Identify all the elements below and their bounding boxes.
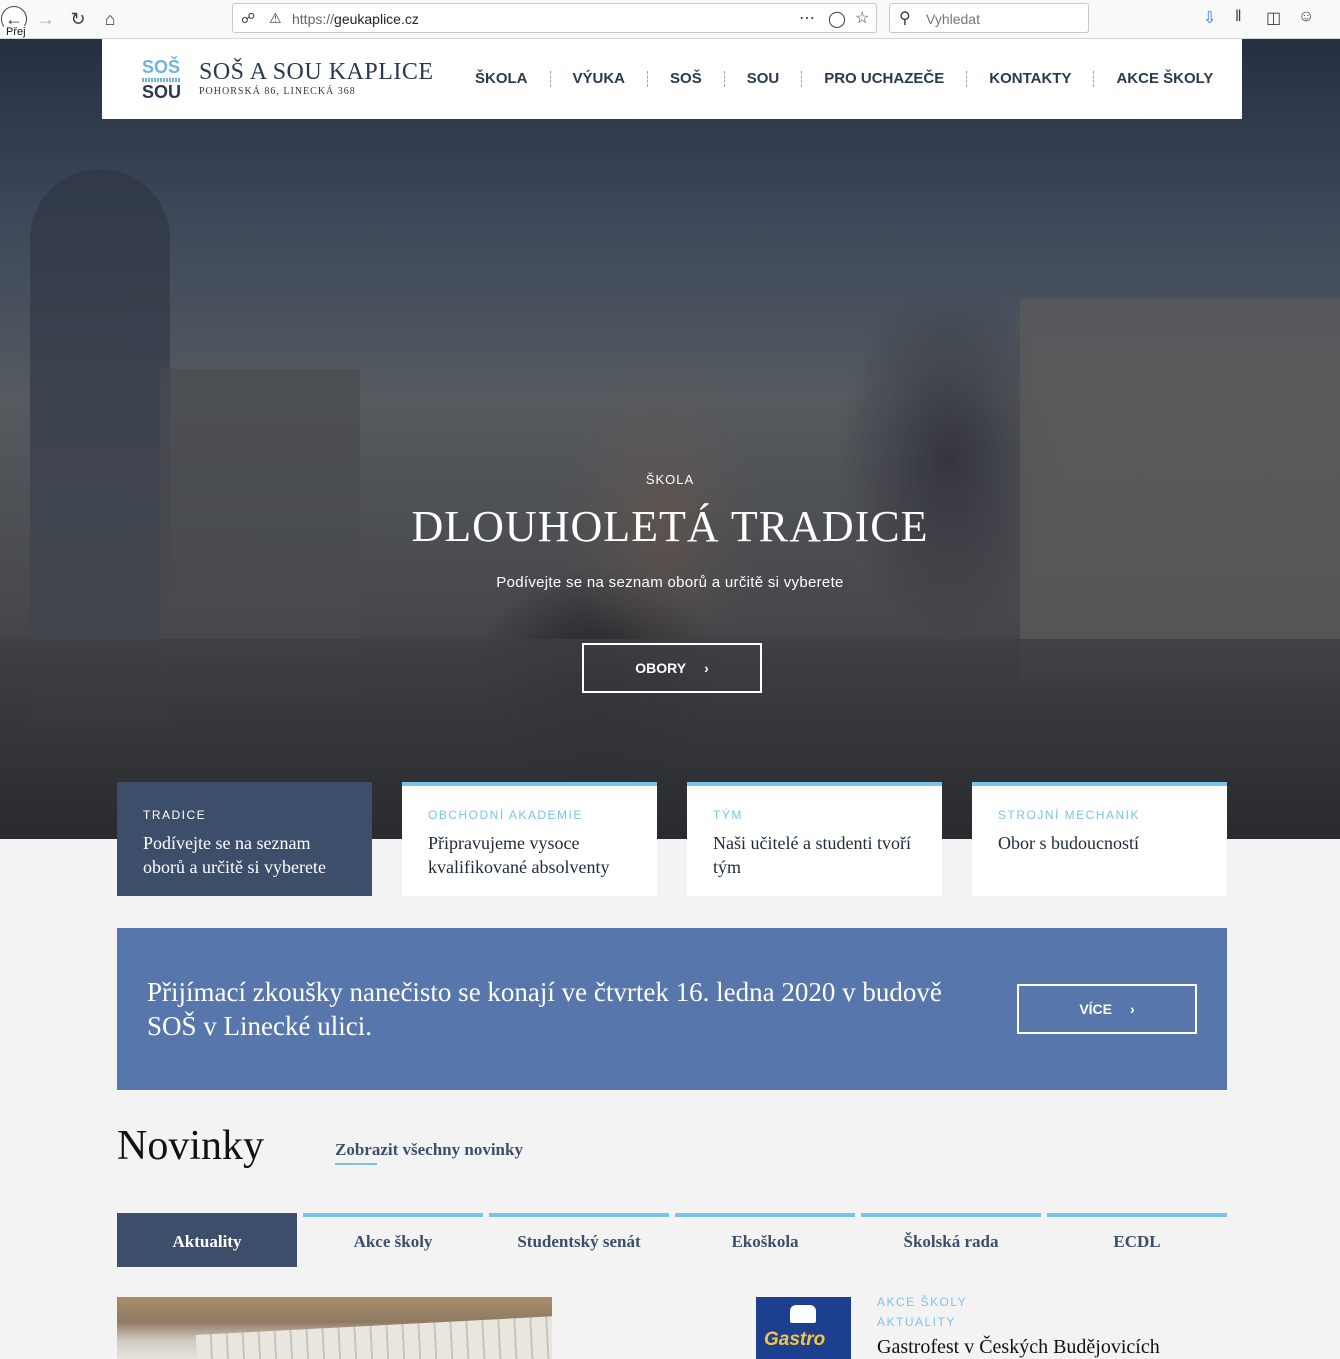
bookmark-star-icon[interactable]: ☆ — [855, 8, 869, 28]
nav-divider — [801, 70, 803, 87]
hero-section: ŠKOLA DLOUHOLETÁ TRADICE Podívejte se na… — [0, 39, 1340, 839]
tab-studentsky-senat[interactable]: Studentský senát — [489, 1213, 669, 1267]
nav-item-sos[interactable]: SOŠ — [670, 70, 702, 87]
news-category[interactable]: AKCE ŠKOLY — [877, 1295, 967, 1309]
all-news-link[interactable]: Zobrazit všechny novinky — [335, 1140, 523, 1160]
news-featured-image[interactable] — [117, 1297, 552, 1359]
vice-button-label: VÍCE — [1079, 1001, 1112, 1017]
feature-card-tym[interactable]: TÝM Naši učitelé a studenti tvoří tým — [687, 782, 942, 896]
nav-item-kontakty[interactable]: KONTAKTY — [989, 70, 1071, 87]
home-icon[interactable]: ⌂ — [97, 6, 123, 32]
card-text: Podívejte se na seznam oborů a určitě si… — [143, 833, 326, 877]
feature-card-tradice[interactable]: TRADICE Podívejte se na seznam oborů a u… — [117, 782, 372, 896]
url-text[interactable]: https://geukaplice.cz — [292, 11, 419, 27]
nav-item-sou[interactable]: SOU — [747, 70, 780, 87]
tab-skolska-rada[interactable]: Školská rada — [861, 1213, 1041, 1267]
chevron-right-icon: › — [704, 660, 709, 676]
chevron-right-icon: › — [1130, 1001, 1135, 1017]
nav-divider — [723, 70, 725, 87]
nav-item-akce-skoly[interactable]: AKCE ŠKOLY — [1116, 70, 1213, 87]
address-bar[interactable]: ☍ ⚠ https://geukaplice.cz ⋯ ◯ ☆ — [232, 3, 877, 33]
chef-hat-icon — [790, 1305, 816, 1323]
announcement-banner: Přijímací zkoušky nanečisto se konají ve… — [117, 928, 1227, 1090]
reload-icon[interactable]: ↻ — [65, 6, 91, 32]
tab-akce-skoly[interactable]: Akce školy — [303, 1213, 483, 1267]
announcement-text: Přijímací zkoušky nanečisto se konají ve… — [147, 977, 942, 1041]
browser-toolbar: ← → ↻ ⌂ ☍ ⚠ https://geukaplice.cz ⋯ ◯ ☆ … — [0, 0, 1340, 39]
lock-icon[interactable]: ⚠ — [269, 10, 282, 27]
nav-divider — [549, 70, 551, 87]
obory-button-label: OBORY — [635, 660, 687, 676]
thumbnail-text: Gastro — [764, 1329, 826, 1350]
card-caption: TRADICE — [143, 808, 207, 822]
account-icon[interactable]: ☺ — [1298, 8, 1314, 26]
tab-ecdl[interactable]: ECDL — [1047, 1213, 1227, 1267]
nav-item-pro-uchazece[interactable]: PRO UCHAZEČE — [824, 70, 944, 87]
nav-divider — [647, 70, 649, 87]
card-text: Obor s budoucností — [998, 833, 1139, 853]
school-logo[interactable]: SOŠ SOU — [142, 57, 182, 105]
news-heading: Novinky — [117, 1123, 264, 1169]
card-caption: OBCHODNÍ AKADEMIE — [428, 808, 583, 822]
shield-icon[interactable]: ☍ — [241, 10, 255, 27]
feature-card-strojni-mechanik[interactable]: STROJNÍ MECHANIK Obor s budoucností — [972, 782, 1227, 896]
logo-top-text: SOŠ — [142, 57, 181, 77]
search-input[interactable]: ⚲ Vyhledat — [889, 3, 1089, 33]
tab-ekoskola[interactable]: Ekoškola — [675, 1213, 855, 1267]
news-item-title[interactable]: Gastrofest v Českých Budějovicích — [877, 1336, 1160, 1359]
hero-eyebrow: ŠKOLA — [645, 472, 695, 487]
hero-title: DLOUHOLETÁ TRADICE — [411, 502, 929, 551]
site-header: SOŠ SOU SOŠ A SOU KAPLICE POHORSKÁ 86, L… — [102, 39, 1242, 119]
card-text: Naši učitelé a studenti tvoří tým — [713, 833, 911, 877]
nav-item-vyuka[interactable]: VÝUKA — [573, 70, 626, 87]
tooltip: Přej — [4, 26, 28, 38]
card-text: Připravujeme vysoce kvalifikované absolv… — [428, 833, 610, 877]
card-caption: TÝM — [713, 808, 743, 822]
tab-aktuality[interactable]: Aktuality — [117, 1213, 297, 1267]
newspaper-image — [195, 1315, 552, 1359]
nav-divider — [966, 70, 968, 87]
forward-arrow-icon[interactable]: → — [33, 6, 59, 32]
sidebar-icon[interactable]: ◫ — [1266, 8, 1281, 28]
logo-bottom-text: SOU — [142, 82, 182, 102]
news-thumbnail[interactable]: Gastro — [756, 1297, 851, 1359]
search-icon: ⚲ — [899, 10, 911, 27]
hero-overlay — [0, 39, 1340, 839]
download-icon[interactable]: ⇩ — [1203, 8, 1216, 28]
nav-divider — [1093, 70, 1095, 87]
hero-subtitle: Podívejte se na seznam oborů a určitě si… — [496, 574, 844, 591]
nav-item-skola[interactable]: ŠKOLA — [475, 70, 528, 87]
pocket-icon[interactable]: ◯ — [828, 9, 846, 29]
feature-card-obchodni-akademie[interactable]: OBCHODNÍ AKADEMIE Připravujeme vysoce kv… — [402, 782, 657, 896]
card-caption: STROJNÍ MECHANIK — [998, 808, 1141, 822]
link-underline — [335, 1163, 377, 1165]
site-address: POHORSKÁ 86, LINECKÁ 368 — [199, 86, 356, 97]
main-nav: ŠKOLA VÝUKA SOŠ SOU PRO UCHAZEČE KONTAKT… — [475, 70, 1213, 87]
obory-button[interactable]: OBORY › — [582, 643, 762, 693]
news-category[interactable]: AKTUALITY — [877, 1315, 956, 1329]
more-actions-icon[interactable]: ⋯ — [799, 8, 815, 28]
vice-button[interactable]: VÍCE › — [1017, 984, 1197, 1034]
site-title[interactable]: SOŠ A SOU KAPLICE — [199, 59, 434, 86]
library-icon[interactable]: ‖ — [1235, 8, 1242, 26]
